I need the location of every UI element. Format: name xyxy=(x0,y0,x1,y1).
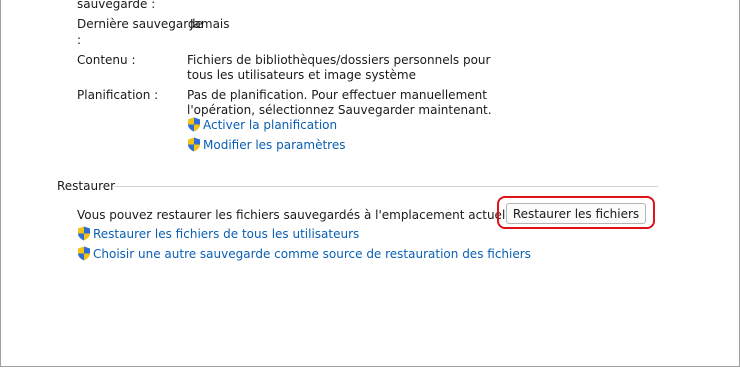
last-backup-label-colon: : xyxy=(77,33,82,47)
uac-shield-icon xyxy=(188,137,200,152)
schedule-label: Planification : xyxy=(77,88,159,102)
restore-files-button[interactable]: Restaurer les fichiers xyxy=(506,203,646,224)
content-value-line1: Fichiers de bibliothèques/dossiers perso… xyxy=(187,53,491,67)
uac-shield-icon xyxy=(78,226,90,241)
enable-schedule-link[interactable]: Activer la planification xyxy=(203,117,337,133)
restore-all-users-link[interactable]: Restaurer les fichiers de tous les utili… xyxy=(93,226,359,242)
section-divider xyxy=(114,186,658,187)
uac-shield-icon xyxy=(188,117,200,132)
previous-label-tail: sauvegarde : xyxy=(77,0,156,11)
last-backup-value: Jamais xyxy=(190,17,230,31)
schedule-value-line1: Pas de planification. Pour effectuer man… xyxy=(187,88,487,102)
content-label: Contenu : xyxy=(77,53,136,67)
content-value-line2: tous les utilisateurs et image système xyxy=(187,68,416,82)
restore-description: Vous pouvez restaurer les fichiers sauve… xyxy=(77,208,510,222)
schedule-value-line2: l'opération, sélectionnez Sauvegarder ma… xyxy=(187,103,492,117)
restore-section-title: Restaurer xyxy=(57,179,116,193)
uac-shield-icon xyxy=(78,246,90,261)
last-backup-label: Dernière sauvegarde xyxy=(77,17,203,31)
choose-other-backup-link[interactable]: Choisir une autre sauvegarde comme sourc… xyxy=(93,246,531,262)
modify-settings-link[interactable]: Modifier les paramètres xyxy=(203,137,345,153)
